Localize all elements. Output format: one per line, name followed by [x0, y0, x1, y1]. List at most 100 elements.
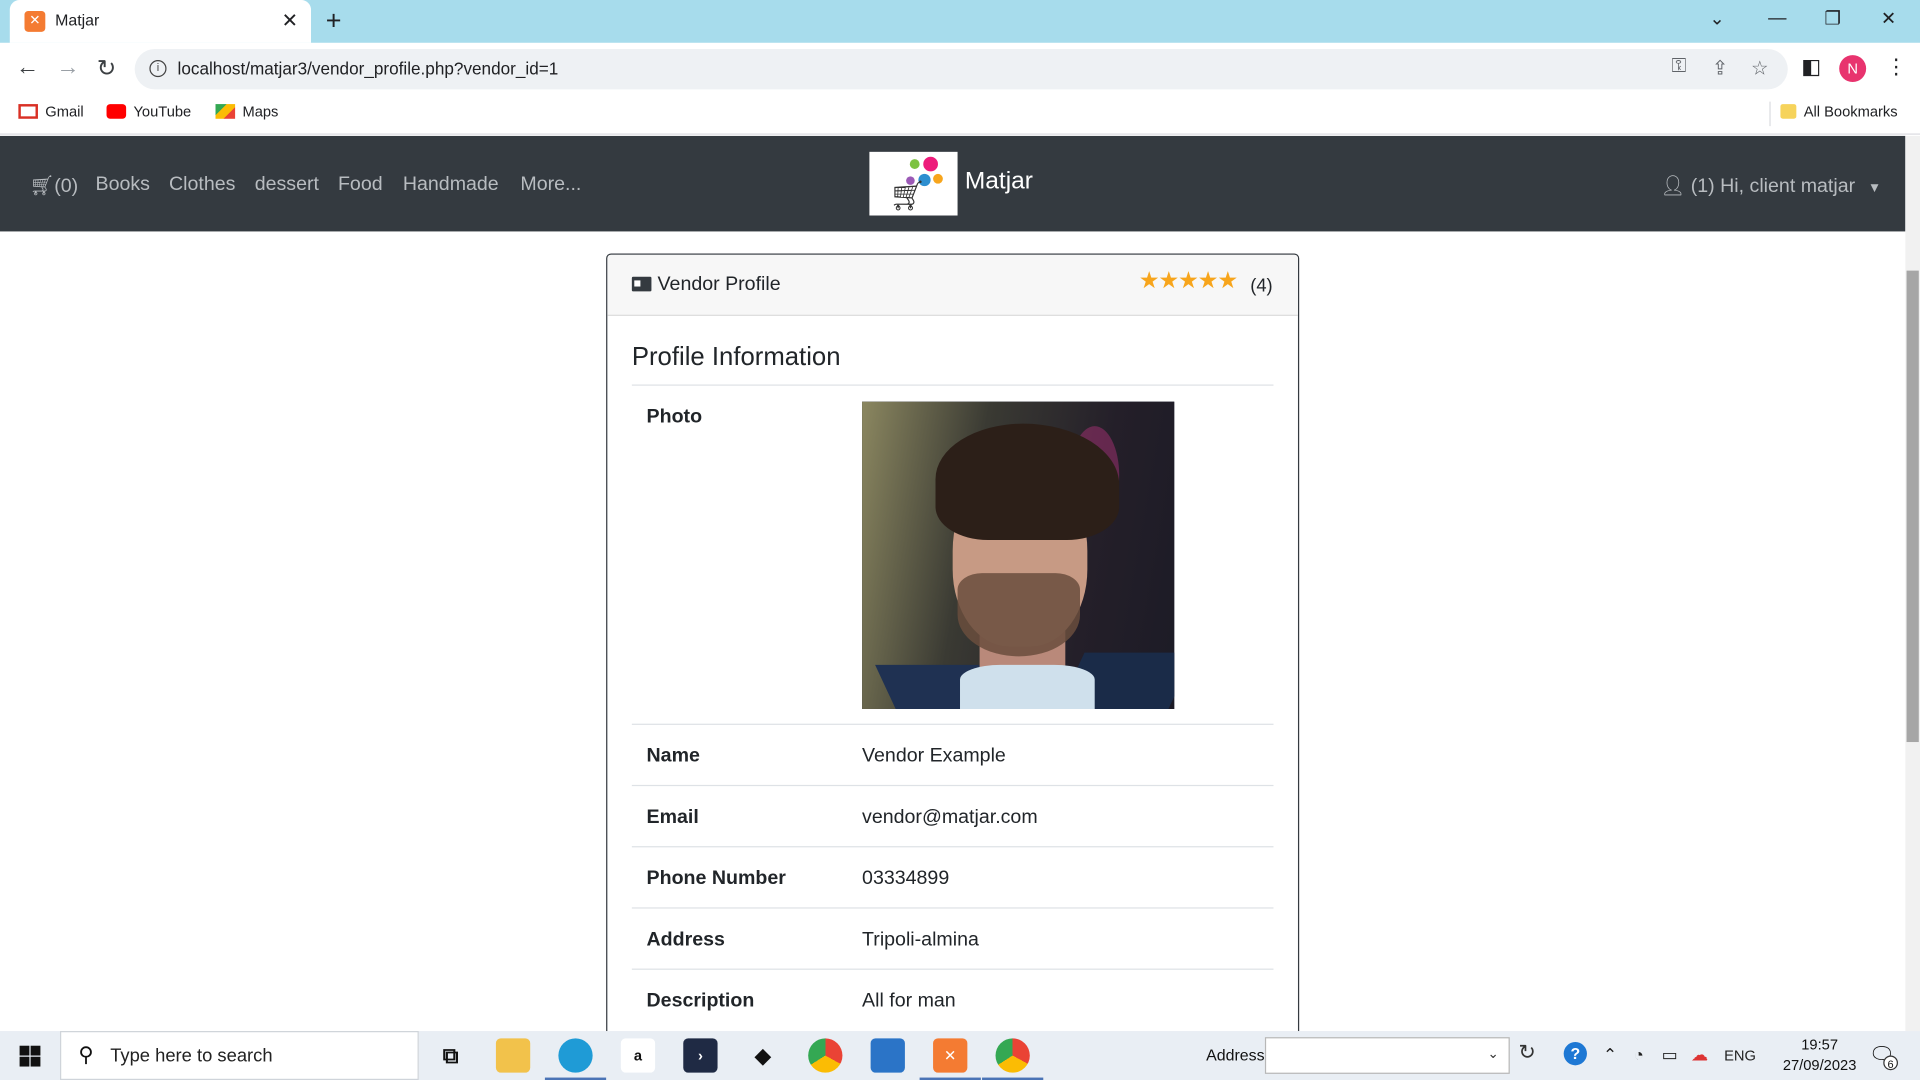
url-text[interactable]: localhost/matjar3/vendor_profile.php?ven… [178, 59, 559, 79]
browser-tab-strip: ✕ Matjar ✕ + ⌄ — ❐ ✕ [0, 0, 1920, 43]
cart-icon: 🛒︎ [29, 176, 55, 198]
tab-title: Matjar [55, 11, 100, 30]
nav-link-food[interactable]: Food [338, 174, 383, 196]
brand-logo[interactable]: 🛒︎ [869, 151, 958, 216]
divider [631, 723, 1274, 725]
section-title: Profile Information [631, 342, 841, 372]
divider [631, 968, 1274, 970]
taskbar-clock[interactable]: 19:57 27/09/2023 [1776, 1035, 1864, 1077]
address-bar[interactable]: i localhost/matjar3/vendor_profile.php?v… [134, 48, 1788, 90]
side-panel-icon[interactable]: ◧ [1801, 55, 1821, 79]
browser-tab[interactable]: ✕ Matjar ✕ [9, 0, 312, 43]
notification-count: 6 [1883, 1055, 1898, 1071]
reload-icon[interactable]: ↻ [97, 55, 116, 83]
browser-toolbar: ← → ↻ i localhost/matjar3/vendor_profile… [0, 42, 1920, 96]
divider [631, 846, 1274, 848]
store-icon[interactable] [870, 1038, 905, 1073]
bookmark-maps[interactable]: Maps [215, 103, 278, 120]
divider [631, 784, 1274, 787]
task-view-icon[interactable]: ⧉ [433, 1038, 467, 1072]
onedrive-error-icon[interactable]: ☁ [1691, 1044, 1708, 1065]
dropbox-icon[interactable]: ◆ [746, 1038, 780, 1072]
minimize-icon[interactable]: — [1768, 7, 1786, 28]
chevron-up-icon[interactable]: ⌃ [1603, 1044, 1617, 1065]
refresh-icon[interactable]: ↻ [1518, 1041, 1535, 1065]
chevron-down-icon[interactable]: ⌄ [1487, 1046, 1498, 1062]
rating-count: (4) [1250, 275, 1273, 297]
xampp-icon[interactable]: ✕ [933, 1038, 968, 1073]
share-icon[interactable]: ⇪ [1712, 56, 1728, 80]
notifications-icon[interactable]: 🗨︎ 6 [1869, 1043, 1898, 1071]
new-tab-icon[interactable]: + [326, 5, 342, 37]
cart-link[interactable]: 🛒︎(0) [29, 174, 78, 198]
edge-icon[interactable] [558, 1038, 593, 1073]
address-toolbar-label: Address [1206, 1045, 1265, 1065]
user-icon: 👤︎ [1660, 176, 1686, 198]
card-title: Vendor Profile [657, 274, 781, 296]
gmail-icon [18, 104, 38, 119]
address-label: Address [646, 929, 725, 951]
search-placeholder: Type here to search [110, 1045, 273, 1067]
bookmark-youtube[interactable]: YouTube [106, 103, 191, 120]
help-icon[interactable]: ? [1563, 1042, 1587, 1066]
rating-stars: ★★★★★ [1138, 268, 1238, 294]
bookmark-star-icon[interactable]: ☆ [1751, 56, 1769, 80]
chrome-icon[interactable] [808, 1038, 843, 1073]
email-value: vendor@matjar.com [862, 806, 1038, 828]
tab-search-icon[interactable]: ⌄ [1709, 7, 1724, 30]
xampp-icon: ✕ [24, 11, 46, 32]
nav-link-clothes[interactable]: Clothes [169, 174, 235, 196]
forward-icon[interactable]: → [56, 55, 79, 82]
user-menu-dropdown[interactable]: 👤︎ (1) Hi, client matjar ▼ [1660, 174, 1881, 198]
taskbar-search[interactable]: ⚲ Type here to search [60, 1031, 419, 1080]
search-icon: ⚲ [78, 1043, 94, 1067]
menu-kebab-icon[interactable]: ⋮ [1886, 55, 1907, 79]
name-label: Name [646, 745, 700, 767]
scroll-thumb[interactable] [1906, 270, 1919, 743]
card-header: Vendor Profile ★★★★★ (4) [607, 254, 1298, 316]
nav-link-books[interactable]: Books [96, 174, 150, 196]
key-icon[interactable]: ⚿ [1671, 56, 1686, 78]
description-label: Description [646, 990, 755, 1012]
bookmarks-bar: Gmail YouTube Maps All Bookmarks [0, 95, 1920, 135]
youtube-icon [106, 104, 127, 119]
close-tab-icon[interactable]: ✕ [282, 9, 298, 33]
back-icon[interactable]: ← [16, 55, 39, 82]
page-scrollbar[interactable] [1905, 135, 1920, 1032]
nav-link-more[interactable]: More... [520, 174, 581, 196]
amazon-icon[interactable]: a [620, 1038, 656, 1073]
nav-link-dessert[interactable]: dessert [255, 174, 319, 196]
wifi-icon[interactable]: ◔ [1633, 1044, 1643, 1064]
battery-icon[interactable]: ▭ [1662, 1044, 1678, 1065]
divider [631, 907, 1274, 909]
maps-icon [215, 104, 236, 119]
restore-icon[interactable]: ❐ [1825, 7, 1841, 30]
address-toolbar-input[interactable]: ⌄ [1264, 1037, 1510, 1074]
brand-name[interactable]: Matjar [965, 168, 1033, 196]
profile-avatar[interactable]: N [1839, 55, 1867, 83]
address-value: Tripoli-almina [862, 929, 979, 951]
bookmarks-divider [1769, 101, 1771, 127]
folder-icon [1780, 104, 1797, 119]
clock-time: 19:57 [1801, 1035, 1838, 1054]
photo-label: Photo [646, 406, 703, 428]
phone-value: 03334899 [862, 868, 950, 889]
bookmark-gmail[interactable]: Gmail [18, 103, 84, 120]
windows-start-icon[interactable] [19, 1045, 41, 1067]
name-value: Vendor Example [862, 745, 1006, 767]
clock-date: 27/09/2023 [1782, 1056, 1857, 1074]
phone-label: Phone Number [646, 868, 786, 889]
language-indicator[interactable]: ENG [1724, 1047, 1756, 1064]
site-info-icon[interactable]: i [149, 60, 167, 78]
description-value: All for man [862, 990, 956, 1012]
cart-logo-icon: 🛒︎ [888, 180, 927, 214]
email-label: Email [646, 806, 699, 828]
chrome-profile-icon[interactable] [995, 1038, 1030, 1073]
nav-link-handmade[interactable]: Handmade [403, 174, 499, 196]
terminal-icon[interactable]: › [683, 1038, 718, 1073]
vendor-profile-card: Vendor Profile ★★★★★ (4) Profile Informa… [606, 253, 1300, 1038]
all-bookmarks[interactable]: All Bookmarks [1780, 103, 1898, 120]
divider [631, 384, 1274, 386]
close-window-icon[interactable]: ✕ [1881, 7, 1896, 30]
file-explorer-icon[interactable] [495, 1038, 531, 1073]
